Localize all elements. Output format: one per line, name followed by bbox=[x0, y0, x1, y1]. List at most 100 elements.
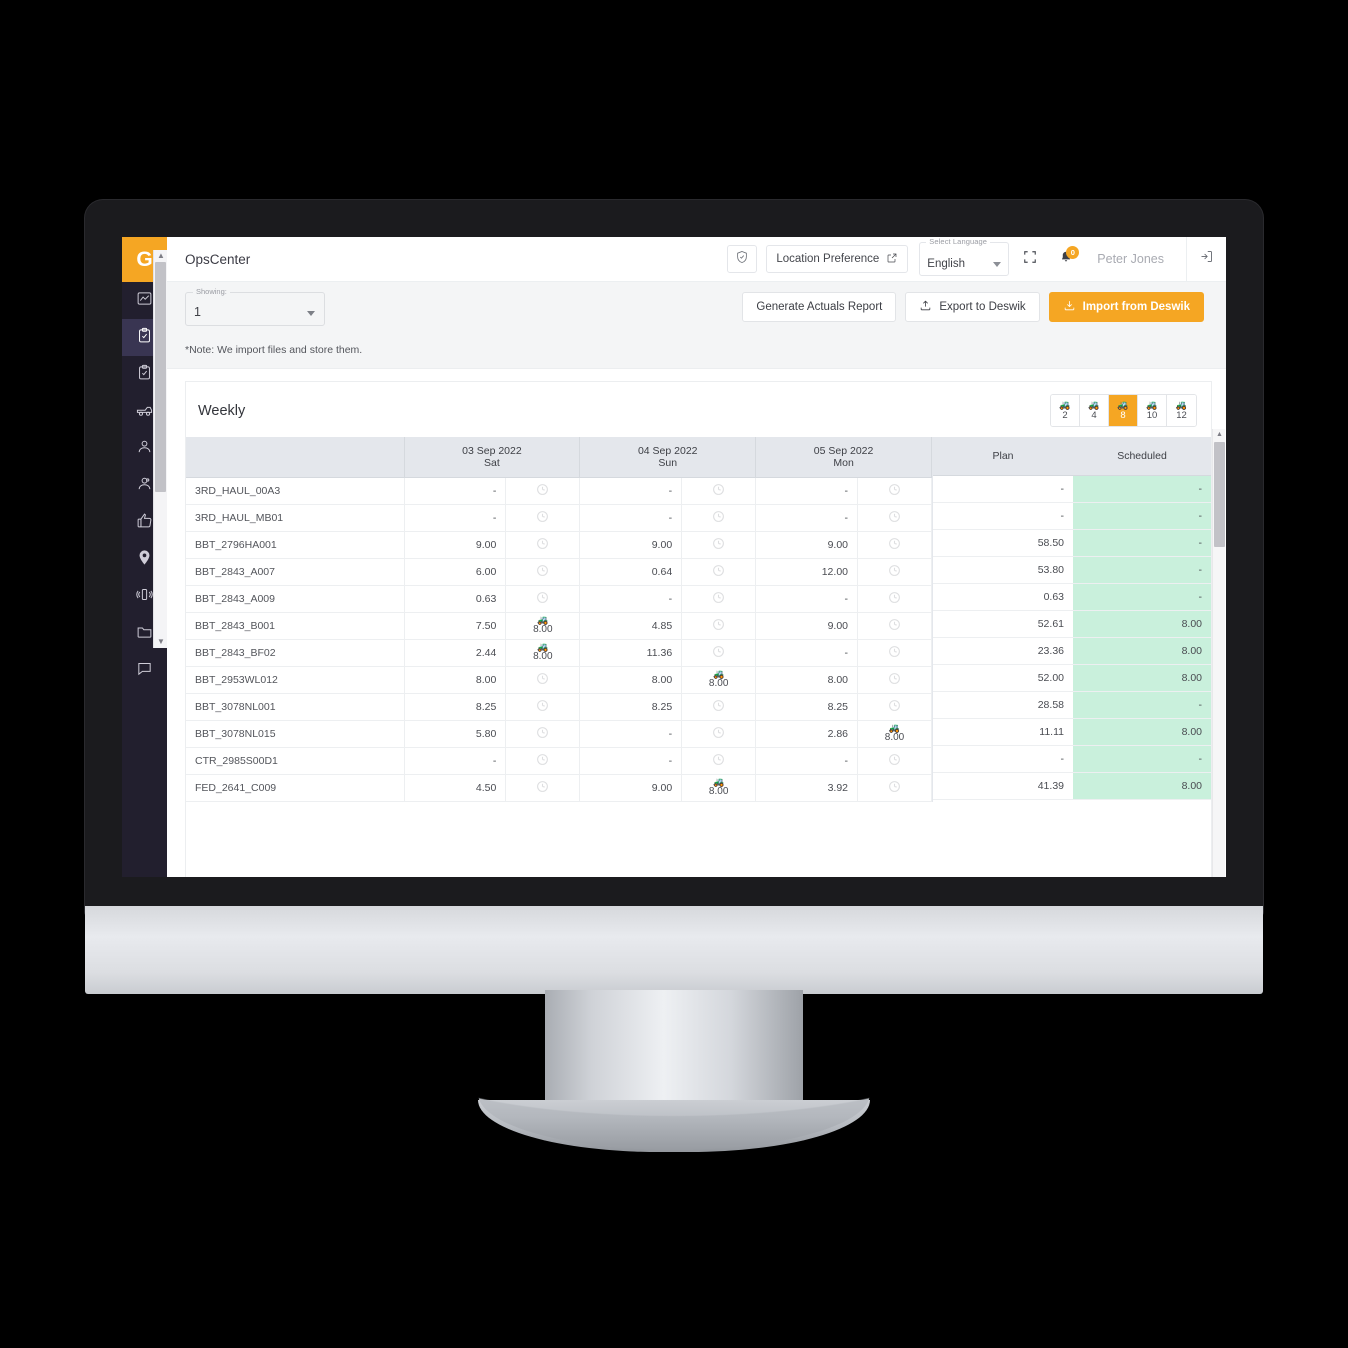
showing-label: Showing: bbox=[193, 287, 230, 296]
day-1-actual-cell[interactable] bbox=[681, 693, 757, 721]
showing-select[interactable]: Showing: 1 bbox=[185, 287, 325, 326]
sidebar-item-messages[interactable] bbox=[122, 652, 167, 689]
day-0-actual-cell[interactable] bbox=[505, 504, 581, 532]
day-1-actual-cell[interactable] bbox=[681, 612, 757, 640]
day-0-actual-cell[interactable] bbox=[505, 666, 581, 694]
hour-range-10[interactable]: 🚜 10 bbox=[1138, 395, 1167, 426]
row-name: BBT_2953WL012 bbox=[186, 666, 405, 694]
page-scrollbar[interactable]: ▲ ▼ bbox=[153, 250, 167, 648]
table-row[interactable]: BBT_2843_BF02 2.44 🚜 8.00 11.36 - bbox=[186, 639, 932, 667]
day-0-value: 9.00 bbox=[404, 531, 507, 559]
day-1-actual-cell[interactable] bbox=[681, 531, 757, 559]
table-scroll-thumb[interactable] bbox=[1214, 442, 1225, 547]
day-2-actual-cell[interactable] bbox=[857, 639, 932, 667]
scheduled-value: - bbox=[1073, 691, 1211, 719]
day-2-actual-cell[interactable] bbox=[857, 693, 932, 721]
chat-icon bbox=[136, 660, 153, 682]
table-row[interactable]: BBT_2843_A009 0.63 - - bbox=[186, 585, 932, 613]
showing-value: 1 bbox=[194, 305, 201, 319]
table-row[interactable]: FED_2641_C009 4.50 9.00 🚜 8.00 3.92 bbox=[186, 774, 932, 802]
shield-button[interactable] bbox=[727, 245, 758, 273]
day-1-actual-cell[interactable] bbox=[681, 558, 757, 586]
hour-range-2[interactable]: 🚜 2 bbox=[1051, 395, 1080, 426]
day-1-actual-cell[interactable] bbox=[681, 504, 757, 532]
day-2-actual-cell[interactable]: 🚜 8.00 bbox=[857, 720, 932, 748]
location-preference-button[interactable]: Location Preference bbox=[766, 245, 909, 273]
day-0-actual-cell[interactable]: 🚜 8.00 bbox=[505, 612, 581, 640]
summary-row[interactable]: 52.00 8.00 bbox=[933, 664, 1211, 692]
day-1-value: 8.00 bbox=[579, 666, 683, 694]
sign-out-button[interactable] bbox=[1186, 237, 1226, 282]
day-2-actual-cell[interactable] bbox=[857, 774, 932, 802]
hour-range-8[interactable]: 🚜 8 bbox=[1109, 395, 1138, 426]
day-0-actual-cell[interactable]: 🚜 8.00 bbox=[505, 639, 581, 667]
scroll-thumb[interactable] bbox=[155, 262, 166, 492]
language-select[interactable]: Select Language English bbox=[919, 237, 1010, 276]
table-row[interactable]: BBT_2843_B001 7.50 🚜 8.00 4.85 9.00 bbox=[186, 612, 932, 640]
day-0-actual-cell[interactable] bbox=[505, 585, 581, 613]
day-2-actual-cell[interactable] bbox=[857, 477, 932, 505]
table-row[interactable]: BBT_2953WL012 8.00 8.00 🚜 8.00 8.00 bbox=[186, 666, 932, 694]
table-row[interactable]: CTR_2985S00D1- - - bbox=[186, 747, 932, 775]
day-2-actual-cell[interactable] bbox=[857, 612, 932, 640]
table-row[interactable]: BBT_2843_A007 6.00 0.64 12.00 bbox=[186, 558, 932, 586]
summary-header-scheduled: Scheduled bbox=[1073, 437, 1211, 476]
export-to-deswik-label: Export to Deswik bbox=[939, 301, 1026, 313]
summary-row[interactable]: 0.63- bbox=[933, 583, 1211, 611]
notifications-button[interactable]: 0 bbox=[1051, 244, 1081, 274]
table-row[interactable]: BBT_2796HA001 9.00 9.00 9.00 bbox=[186, 531, 932, 559]
day-2-actual-cell[interactable] bbox=[857, 504, 932, 532]
day-2-actual-cell[interactable] bbox=[857, 585, 932, 613]
summary-row[interactable]: -- bbox=[933, 475, 1211, 503]
day-1-actual-cell[interactable] bbox=[681, 477, 757, 505]
day-0-actual-cell[interactable] bbox=[505, 693, 581, 721]
summary-row[interactable]: -- bbox=[933, 745, 1211, 773]
scroll-up-arrow[interactable]: ▲ bbox=[154, 250, 168, 262]
fullscreen-button[interactable] bbox=[1015, 244, 1045, 274]
import-from-deswik-button[interactable]: Import from Deswik bbox=[1048, 292, 1204, 322]
day-1-actual-cell[interactable] bbox=[681, 747, 757, 775]
summary-row[interactable]: 41.39 8.00 bbox=[933, 772, 1211, 800]
day-0-actual-cell[interactable] bbox=[505, 720, 581, 748]
day-2-actual-cell[interactable] bbox=[857, 531, 932, 559]
toolbar-buttons: Generate Actuals Report Export to Deswik bbox=[742, 292, 1204, 322]
summary-row[interactable]: 58.50- bbox=[933, 529, 1211, 557]
table-row[interactable]: BBT_3078NL001 8.25 8.25 8.25 bbox=[186, 693, 932, 721]
day-1-actual-cell[interactable]: 🚜 8.00 bbox=[681, 666, 757, 694]
hour-range-12[interactable]: 🚜 12 bbox=[1167, 395, 1196, 426]
day-1-actual-cell[interactable]: 🚜 8.00 bbox=[681, 774, 757, 802]
day-header-2: 05 Sep 2022 Mon bbox=[755, 437, 932, 478]
summary-row[interactable]: 11.11 8.00 bbox=[933, 718, 1211, 746]
shield-icon bbox=[735, 250, 749, 269]
device-icon bbox=[136, 586, 153, 608]
day-0-actual-cell[interactable] bbox=[505, 477, 581, 505]
day-1-value: 9.00 bbox=[579, 531, 683, 559]
day-0-actual-cell[interactable] bbox=[505, 558, 581, 586]
export-to-deswik-button[interactable]: Export to Deswik bbox=[905, 292, 1040, 322]
day-2-actual-cell[interactable] bbox=[857, 558, 932, 586]
table-row[interactable]: 3RD_HAUL_00A3- - - bbox=[186, 477, 932, 505]
summary-row[interactable]: -- bbox=[933, 502, 1211, 530]
scroll-down-arrow[interactable]: ▼ bbox=[154, 636, 168, 648]
day-1-actual-cell[interactable] bbox=[681, 639, 757, 667]
day-0-actual-cell[interactable] bbox=[505, 531, 581, 559]
day-2-actual-cell[interactable] bbox=[857, 747, 932, 775]
day-0-value: - bbox=[404, 747, 507, 775]
summary-row[interactable]: 53.80- bbox=[933, 556, 1211, 584]
generate-actuals-report-button[interactable]: Generate Actuals Report bbox=[742, 292, 897, 322]
day-0-value: 8.00 bbox=[404, 666, 507, 694]
table-row[interactable]: BBT_3078NL015 5.80 - 2.86 🚜 8.00 bbox=[186, 720, 932, 748]
table-scroll-up-arrow[interactable]: ▲ bbox=[1213, 429, 1226, 441]
day-2-actual-cell[interactable] bbox=[857, 666, 932, 694]
day-1-actual-cell[interactable] bbox=[681, 585, 757, 613]
user-name[interactable]: Peter Jones bbox=[1097, 252, 1164, 266]
table-row[interactable]: 3RD_HAUL_MB01- - - bbox=[186, 504, 932, 532]
day-1-actual-cell[interactable] bbox=[681, 720, 757, 748]
summary-row[interactable]: 28.58- bbox=[933, 691, 1211, 719]
hour-range-4[interactable]: 🚜 4 bbox=[1080, 395, 1109, 426]
day-0-actual-cell[interactable] bbox=[505, 774, 581, 802]
summary-row[interactable]: 23.36 8.00 bbox=[933, 637, 1211, 665]
table-scrollbar[interactable]: ▲ ▼ bbox=[1212, 429, 1225, 877]
summary-row[interactable]: 52.61 8.00 bbox=[933, 610, 1211, 638]
day-0-actual-cell[interactable] bbox=[505, 747, 581, 775]
